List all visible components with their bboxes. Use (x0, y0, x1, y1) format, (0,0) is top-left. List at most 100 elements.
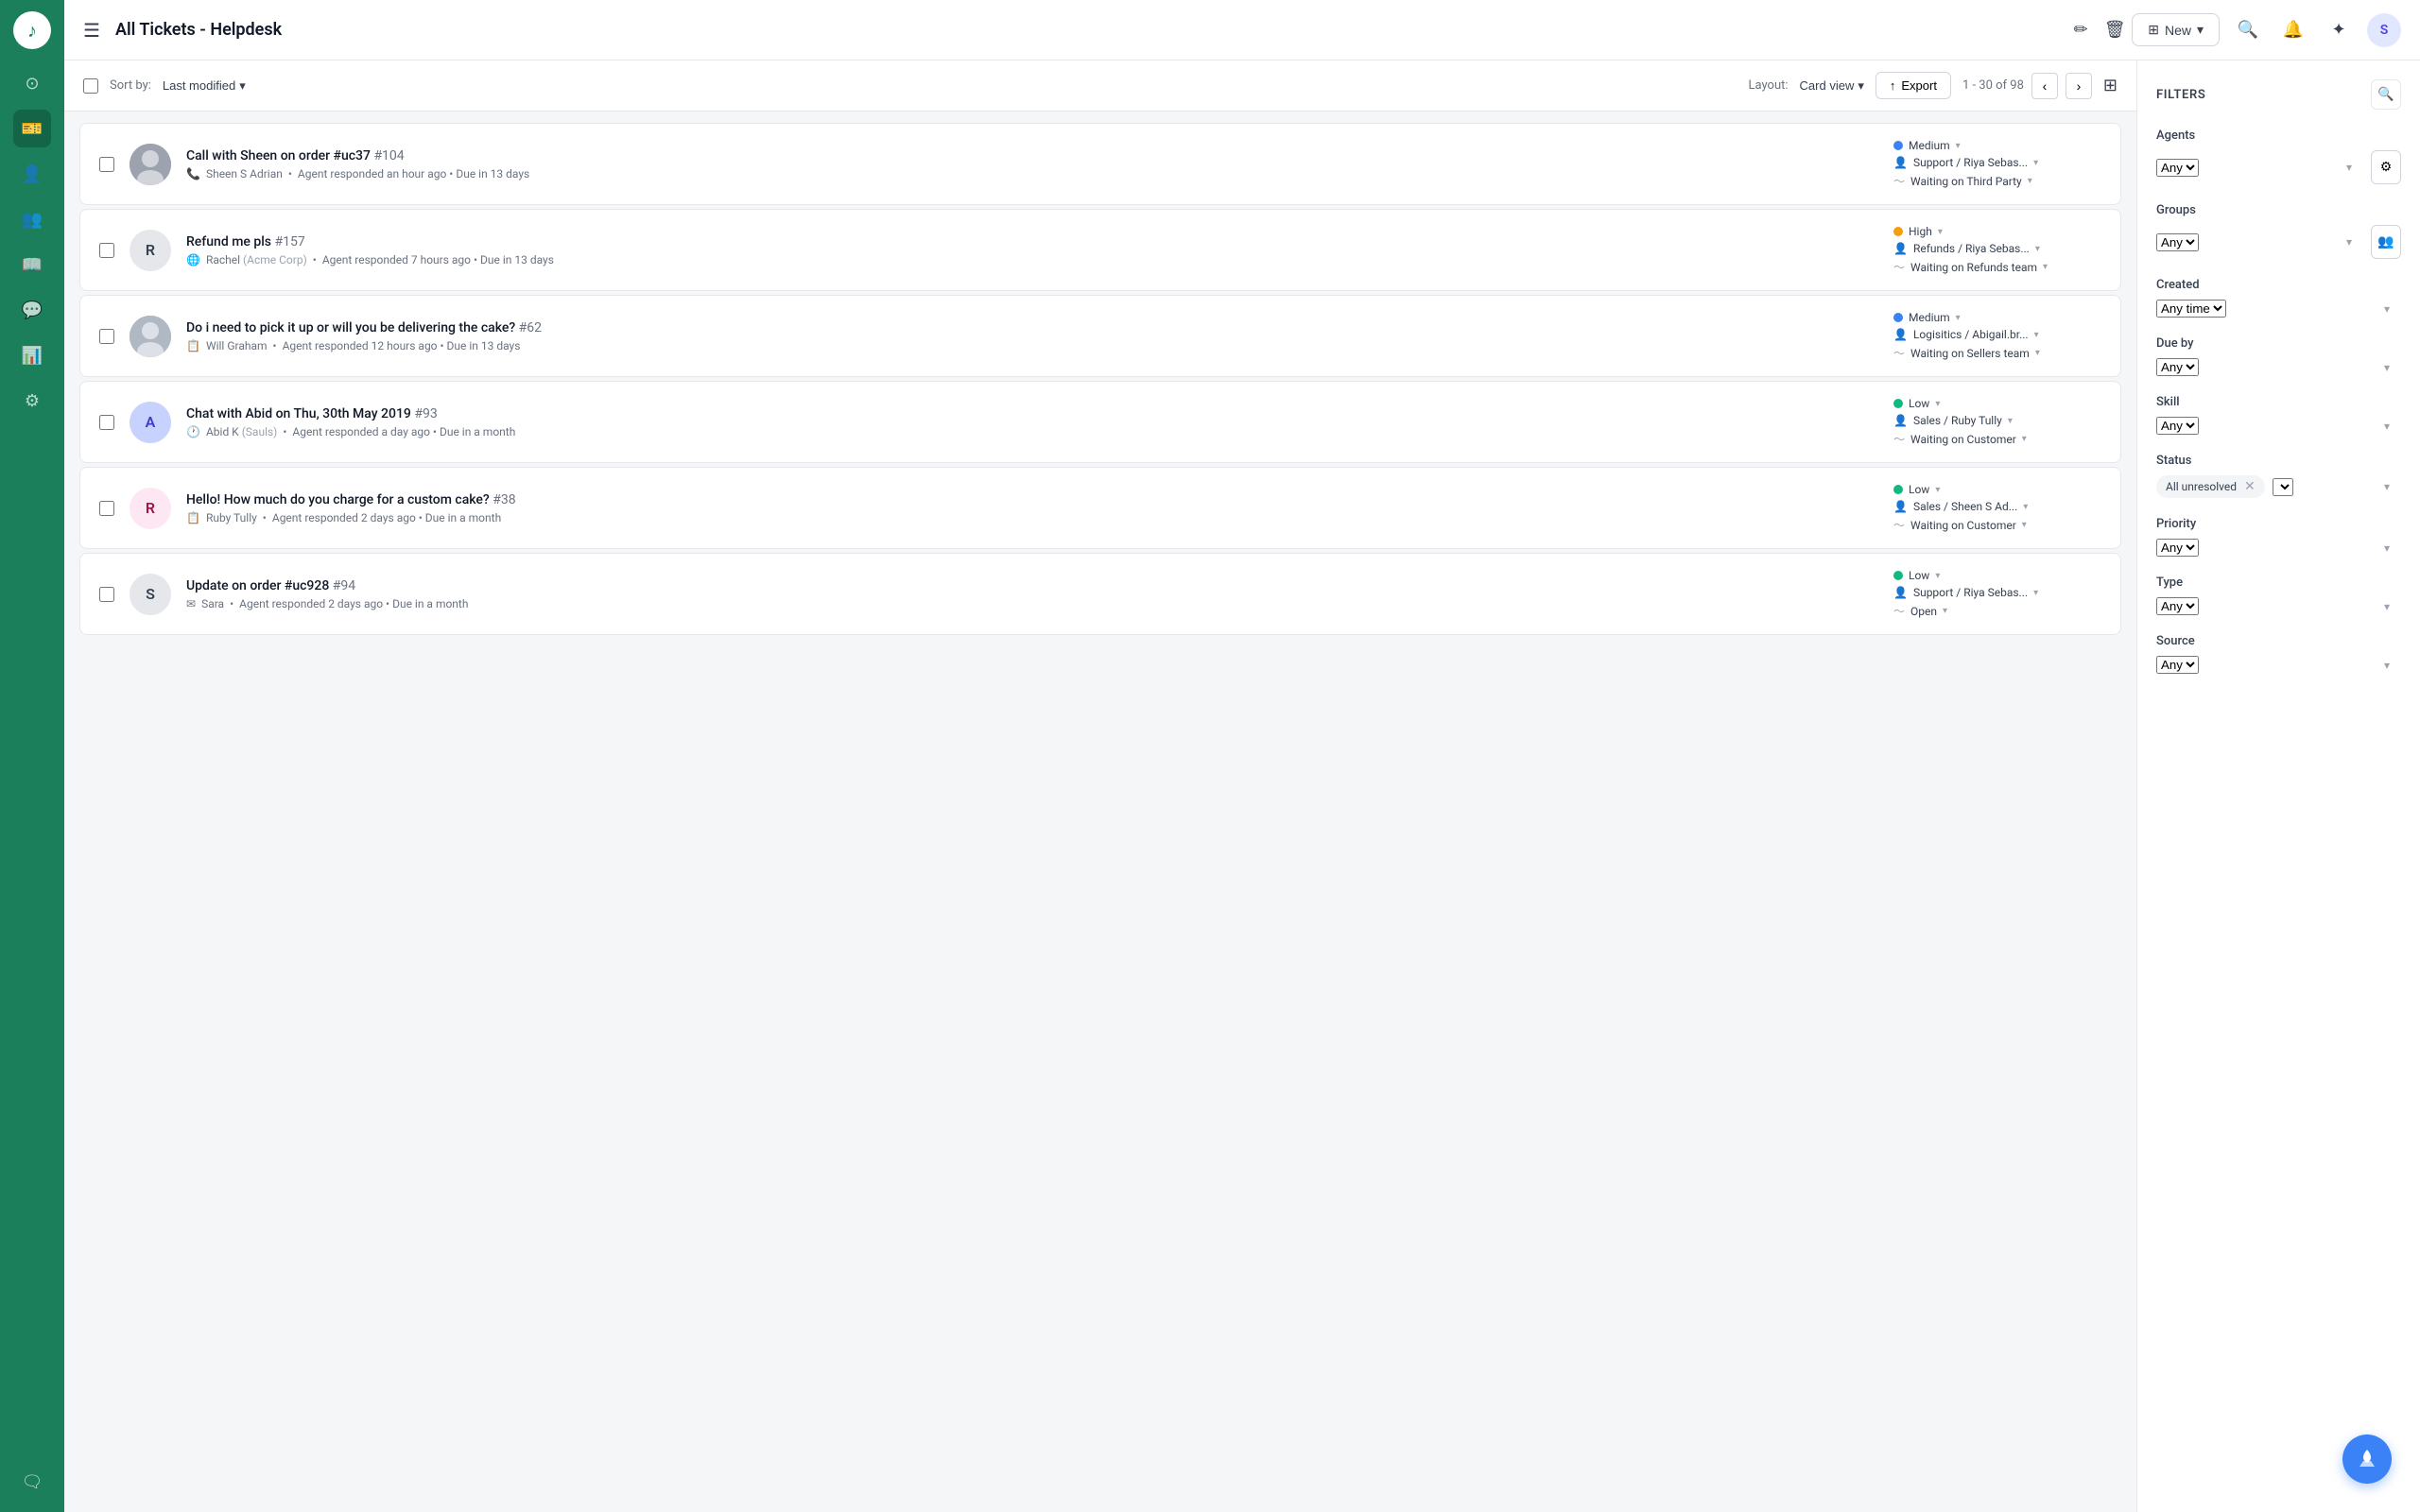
status-tag[interactable]: 〜 Waiting on Customer ▾ (1893, 431, 2027, 447)
logo-icon: ♪ (27, 19, 37, 43)
team-tag[interactable]: 👤 Support / Riya Sebas... ▾ (1893, 156, 2038, 169)
table-row[interactable]: A Chat with Abid on Thu, 30th May 2019 #… (79, 381, 2121, 463)
status-chevron-icon: ▾ (2043, 262, 2048, 272)
priority-tag[interactable]: Low ▾ (1893, 483, 1940, 496)
ticket-checkbox[interactable] (99, 501, 114, 516)
priority-chevron-icon: ▾ (1956, 141, 1961, 151)
table-row[interactable]: Call with Sheen on order #uc37 #104 📞 Sh… (79, 123, 2121, 205)
next-page-button[interactable]: › (2066, 73, 2092, 99)
new-label: New (2165, 23, 2191, 38)
status-tag[interactable]: 〜 Waiting on Refunds team ▾ (1893, 259, 2048, 275)
fab-button[interactable] (2342, 1435, 2392, 1484)
team-tag[interactable]: 👤 Support / Riya Sebas... ▾ (1893, 586, 2038, 599)
menu-icon[interactable]: ☰ (83, 19, 100, 42)
team-tag[interactable]: 👤 Sales / Sheen S Ad... ▾ (1893, 500, 2028, 513)
status-tag[interactable]: 〜 Waiting on Third Party ▾ (1893, 173, 2032, 189)
status-remove-button[interactable]: ✕ (2244, 479, 2256, 494)
groups-select[interactable]: Any (2156, 233, 2199, 251)
ticket-meta: 📋 Ruby Tully • Agent responded 2 days ag… (186, 511, 1878, 524)
team-tag[interactable]: 👤 Sales / Ruby Tully ▾ (1893, 414, 2013, 427)
toolbar: Sort by: Last modified ▾ Layout: Card vi… (64, 60, 2136, 112)
priority-tag[interactable]: Medium ▾ (1893, 139, 1961, 152)
status-chevron-icon: ▾ (2022, 520, 2027, 530)
sort-button[interactable]: Last modified ▾ (163, 78, 246, 94)
filter-created: Created Any time (2156, 278, 2401, 318)
notifications-button[interactable]: 🔔 (2276, 13, 2310, 47)
app-logo[interactable]: ♪ (13, 11, 51, 49)
priority-dot (1893, 141, 1903, 150)
status-icon: 〜 (1893, 345, 1905, 361)
table-row[interactable]: Do i need to pick it up or will you be d… (79, 295, 2121, 377)
new-button[interactable]: ⊞ New ▾ (2132, 13, 2220, 46)
sidebar-item-contacts[interactable]: 👤 (13, 155, 51, 193)
layout-button[interactable]: Card view ▾ (1800, 78, 1864, 94)
team-tag[interactable]: 👤 Logisitics / Abigail.br... ▾ (1893, 328, 2039, 341)
filter-agents: Agents Any ⚙ (2156, 129, 2401, 184)
team-chevron-icon: ▾ (2033, 158, 2038, 168)
status-value: All unresolved (2166, 480, 2237, 493)
ticket-checkbox[interactable] (99, 329, 114, 344)
status-tag[interactable]: 〜 Waiting on Customer ▾ (1893, 517, 2027, 533)
agent-icon: 👤 (1893, 328, 1908, 341)
ticket-tags: Medium ▾ 👤 Support / Riya Sebas... ▾ 〜 W… (1893, 139, 2101, 189)
agents-config-button[interactable]: ⚙ (2371, 150, 2401, 184)
groups-config-button[interactable]: 👥 (2371, 225, 2401, 259)
ticket-meta: ✉ Sara • Agent responded 2 days ago • Du… (186, 597, 1878, 610)
tickets-list: Call with Sheen on order #uc37 #104 📞 Sh… (64, 112, 2136, 646)
sidebar-item-home[interactable]: ⊙ (13, 64, 51, 102)
user-avatar[interactable]: S (2367, 13, 2401, 47)
agents-select[interactable]: Any (2156, 159, 2199, 177)
priority-tag[interactable]: Low ▾ (1893, 397, 1940, 410)
sidebar-item-knowledge[interactable]: 📖 (13, 246, 51, 284)
team-tag[interactable]: 👤 Refunds / Riya Sebas... ▾ (1893, 242, 2040, 255)
filter-search-button[interactable]: 🔍 (2371, 79, 2401, 110)
sidebar-item-settings[interactable]: ⚙ (13, 382, 51, 420)
status-select[interactable] (2273, 478, 2293, 496)
search-button[interactable]: 🔍 (2231, 13, 2265, 47)
table-row[interactable]: S Update on order #uc928 #94 ✉ Sara • Ag… (79, 553, 2121, 635)
edit-icon[interactable]: ✏ (2064, 13, 2098, 47)
sidebar-item-feedback[interactable]: 🗨 (13, 1463, 51, 1501)
priority-select[interactable]: Any (2156, 539, 2199, 557)
dueby-select[interactable]: Any (2156, 358, 2199, 376)
sidebar-item-chat[interactable]: 💬 (13, 291, 51, 329)
team-label: Support / Riya Sebas... (1913, 586, 2028, 599)
priority-tag[interactable]: Low ▾ (1893, 569, 1940, 582)
status-chevron-icon: ▾ (2035, 348, 2040, 358)
ticket-checkbox[interactable] (99, 157, 114, 172)
prev-page-button[interactable]: ‹ (2031, 73, 2058, 99)
ticket-checkbox[interactable] (99, 243, 114, 258)
ticket-checkbox[interactable] (99, 415, 114, 430)
select-all-checkbox[interactable] (83, 78, 98, 94)
ai-button[interactable]: ✦ (2322, 13, 2356, 47)
ticket-number: #38 (493, 492, 515, 507)
status-icon: 〜 (1893, 173, 1905, 189)
priority-tag[interactable]: High ▾ (1893, 225, 1943, 238)
source-select[interactable]: Any (2156, 656, 2199, 674)
export-button[interactable]: ↑ Export (1876, 72, 1951, 99)
ticket-checkbox[interactable] (99, 587, 114, 602)
team-label: Sales / Sheen S Ad... (1913, 500, 2017, 513)
status-icon: 〜 (1893, 517, 1905, 533)
sidebar-item-tickets[interactable]: 🎫 (13, 110, 51, 147)
source-label: Source (2156, 634, 2401, 648)
header: ☰ All Tickets - Helpdesk ✏ 🗑 ⊞ New ▾ 🔍 🔔… (64, 0, 2420, 60)
team-label: Support / Riya Sebas... (1913, 156, 2028, 169)
delete-icon[interactable]: 🗑 (2098, 13, 2132, 47)
ticket-title: Hello! How much do you charge for a cust… (186, 492, 1878, 507)
created-select[interactable]: Any time (2156, 300, 2226, 318)
contact-name: Sara (201, 597, 224, 610)
status-tag[interactable]: 〜 Waiting on Sellers team ▾ (1893, 345, 2040, 361)
table-row[interactable]: R Hello! How much do you charge for a cu… (79, 467, 2121, 549)
table-row[interactable]: R Refund me pls #157 🌐 Rachel (Acme Corp… (79, 209, 2121, 291)
status-tag[interactable]: 〜 Open ▾ (1893, 603, 1947, 619)
sidebar-item-reports[interactable]: 📊 (13, 336, 51, 374)
grid-view-icon[interactable]: ⊞ (2103, 76, 2118, 95)
type-select[interactable]: Any (2156, 597, 2199, 615)
priority-tag[interactable]: Medium ▾ (1893, 311, 1961, 324)
filter-type: Type Any (2156, 576, 2401, 615)
sidebar-item-groups[interactable]: 👥 (13, 200, 51, 238)
skill-select[interactable]: Any (2156, 417, 2199, 435)
ticket-tags: Low ▾ 👤 Sales / Sheen S Ad... ▾ 〜 Waitin… (1893, 483, 2101, 533)
avatar: S (130, 574, 171, 615)
